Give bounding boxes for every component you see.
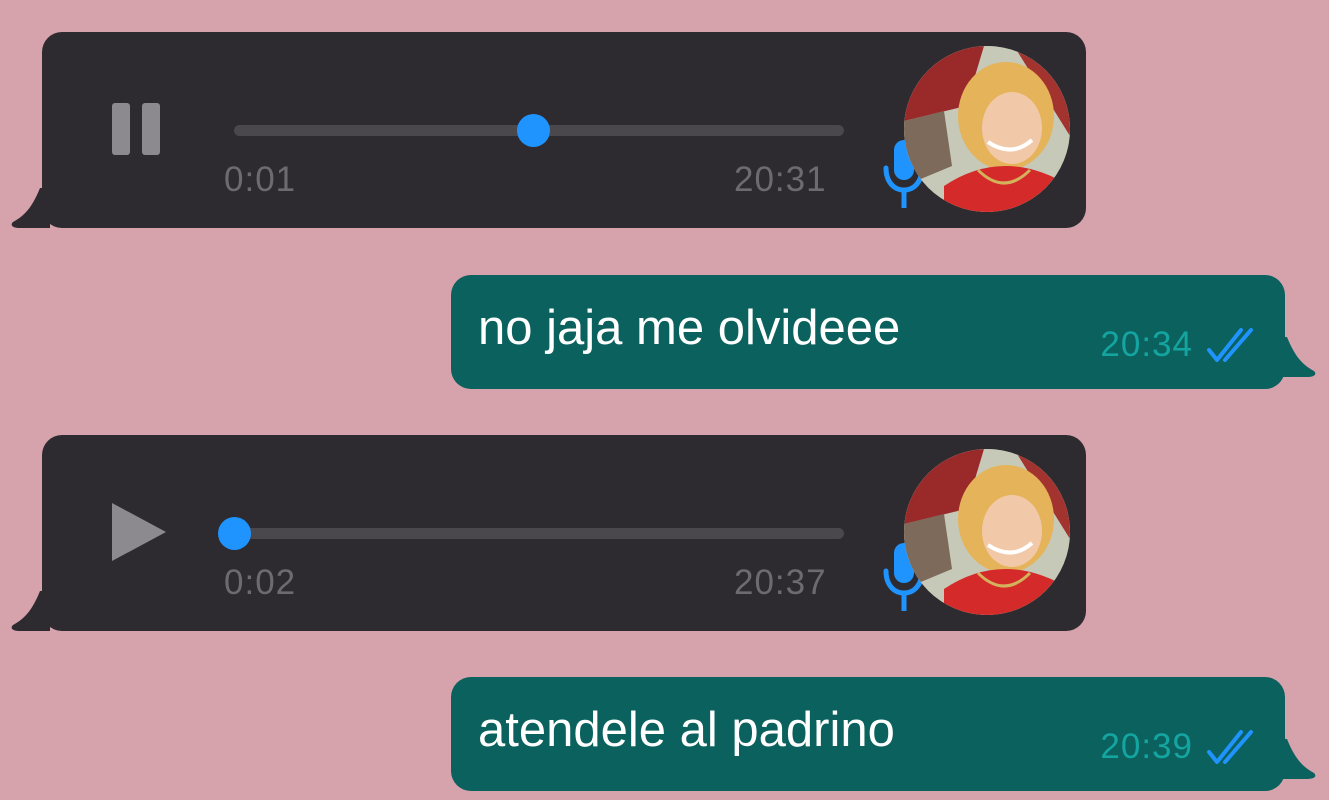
contact-avatar[interactable]: [904, 46, 1070, 212]
bubble-tail: [11, 591, 50, 631]
bubble-tail: [1277, 739, 1316, 779]
progress-handle[interactable]: [218, 517, 251, 550]
pause-icon: [112, 103, 160, 155]
double-check-icon: [1207, 730, 1253, 764]
outgoing-message: no jaja me olvideee 20:34: [451, 275, 1316, 389]
message-time: 20:37: [734, 563, 827, 602]
voice-duration: 0:01: [224, 160, 297, 199]
message-time: 20:39: [1100, 727, 1193, 766]
audio-progress-slider[interactable]: [234, 114, 844, 147]
bubble-tail: [1277, 337, 1316, 377]
voice-message: 0:01 20:31: [11, 32, 1086, 228]
double-check-icon: [1207, 328, 1253, 362]
audio-progress-slider[interactable]: [218, 517, 844, 550]
message-text: atendele al padrino: [478, 703, 895, 757]
play-icon: [112, 503, 166, 561]
pause-button[interactable]: [108, 100, 168, 160]
outgoing-message: atendele al padrino 20:39: [451, 677, 1316, 791]
voice-duration: 0:02: [224, 563, 297, 602]
message-time: 20:31: [734, 160, 827, 199]
voice-message: 0:02 20:37: [11, 435, 1086, 631]
play-button[interactable]: [108, 503, 168, 563]
bubble-tail: [11, 188, 50, 228]
contact-avatar[interactable]: [904, 449, 1070, 615]
avatar-photo: [904, 449, 1070, 615]
message-text: no jaja me olvideee: [478, 301, 901, 355]
progress-handle[interactable]: [516, 114, 550, 147]
message-time: 20:34: [1100, 325, 1193, 364]
avatar-photo: [904, 46, 1070, 212]
